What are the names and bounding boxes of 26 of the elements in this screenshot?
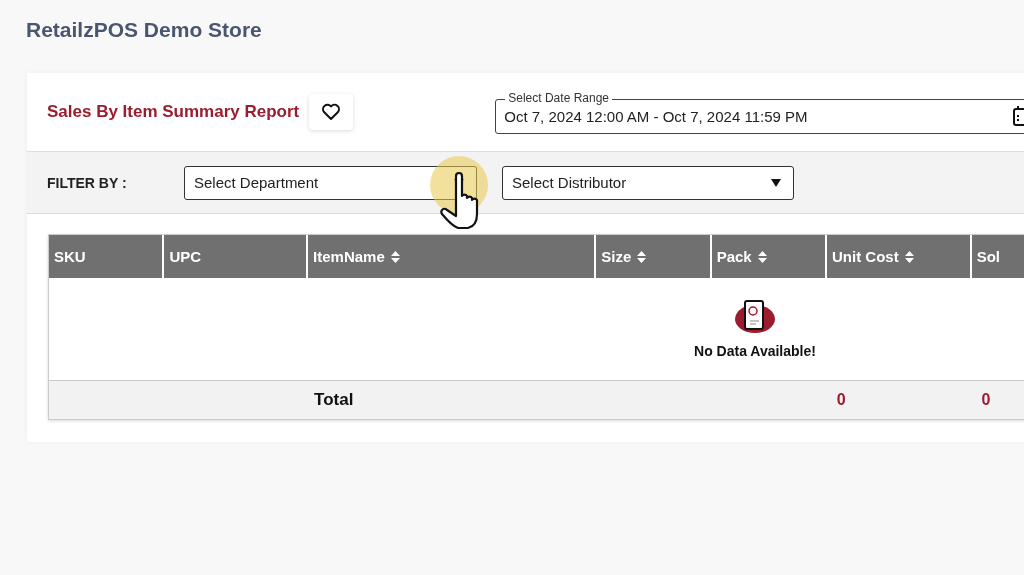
filter-label: FILTER BY : xyxy=(47,174,128,191)
column-header: Sol xyxy=(971,235,1024,278)
field-label: Select Date Range xyxy=(505,90,612,106)
empty-message: No Data Available! xyxy=(694,343,816,359)
store-title: RetailzPOS Demo Store xyxy=(26,18,263,43)
dropdown-field[interactable]: Select Distributor xyxy=(502,165,794,200)
sortable-column-header[interactable]: Pack xyxy=(711,235,827,278)
sortable-column-header[interactable]: ItemName xyxy=(308,235,597,278)
total-value: 0 xyxy=(981,391,991,409)
total-label: Total xyxy=(314,390,354,410)
date-range-value: Oct 7, 2024 12:00 AM - Oct 7, 2024 11:59 PM xyxy=(504,108,808,125)
calendar-icon xyxy=(1013,105,1024,126)
column-header: UPC xyxy=(164,235,309,278)
dropdown-caret-icon xyxy=(771,178,781,187)
column-header: SKU xyxy=(49,235,165,278)
report-title: Sales By Item Summary Report xyxy=(47,102,300,122)
sort-icon xyxy=(390,249,400,264)
sort-icon xyxy=(904,249,914,264)
heart-icon xyxy=(321,103,342,121)
sortable-column-header[interactable]: Size xyxy=(596,235,712,278)
sort-icon xyxy=(757,249,767,264)
empty-document-icon xyxy=(733,299,777,335)
sortable-column-header[interactable]: Unit Cost xyxy=(827,235,972,278)
favorite-button[interactable] xyxy=(309,94,354,130)
sort-icon xyxy=(637,249,647,264)
total-value: 0 xyxy=(836,391,846,409)
